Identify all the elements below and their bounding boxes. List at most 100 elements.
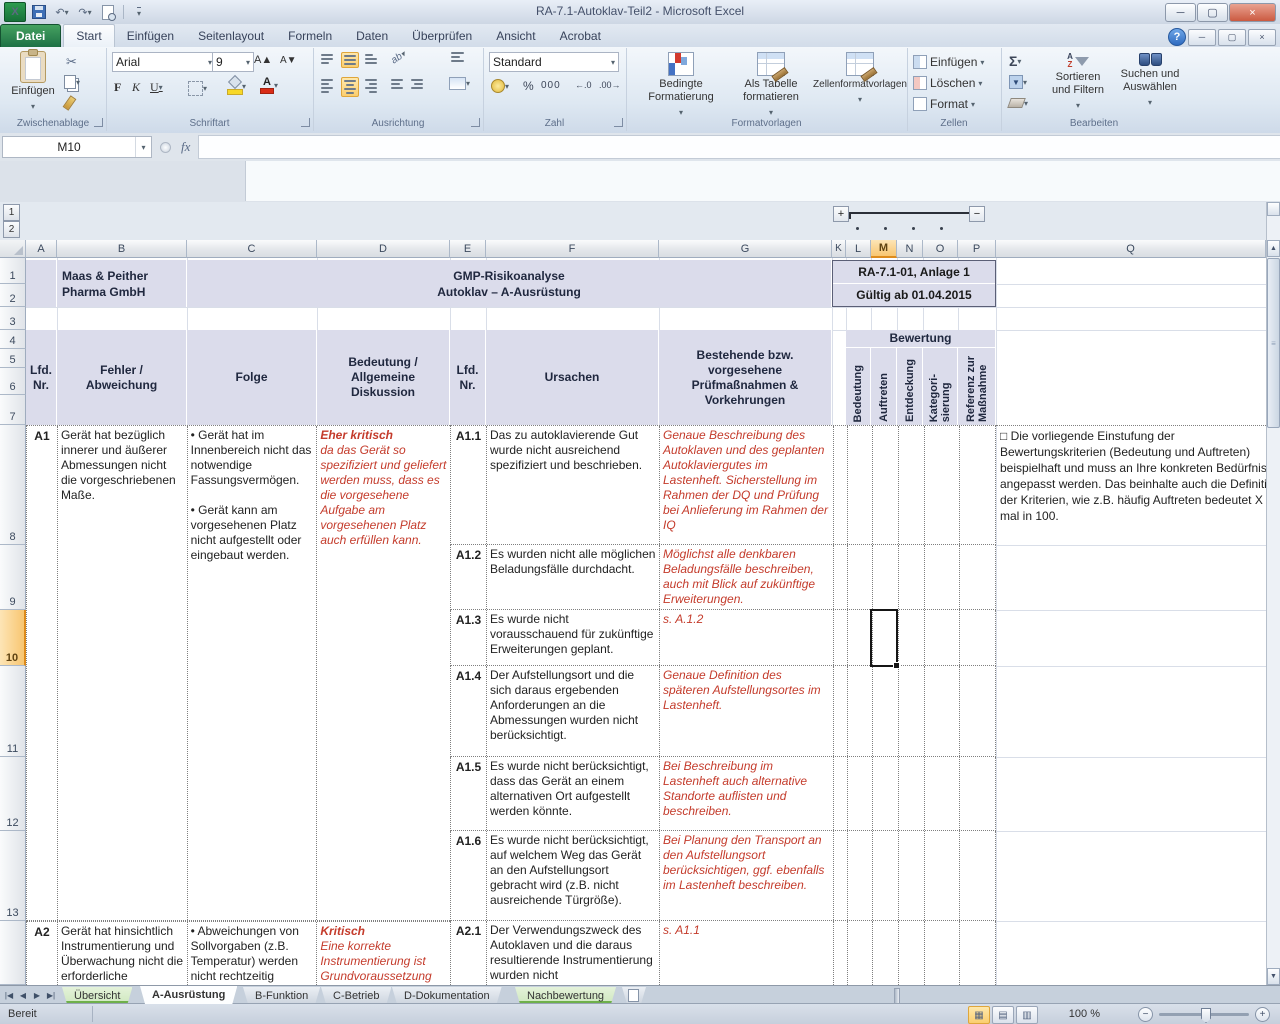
row-header-9[interactable]: 9 [0,545,26,610]
cell-massnahme[interactable]: Möglichst alle denkbaren Beladungsfälle … [660,545,833,609]
orientation-button[interactable]: ab▾ [389,49,408,67]
first-sheet-button[interactable]: |◀ [2,988,16,1002]
sheet-tab-nachbewertung[interactable]: Nachbewertung [515,987,616,1004]
cell-massnahme[interactable]: Genaue Beschreibung des Autoklaven und d… [660,426,833,544]
column-header-e[interactable]: E [450,240,486,258]
header-bedeutung[interactable]: Bedeutung / Allgemeine Diskussion [317,330,450,425]
cell-rating[interactable] [847,757,872,830]
header-rating-entdeckung[interactable]: Entdeckung [897,348,923,425]
format-as-table-button[interactable]: Als Tabelle formatieren ▾ [730,52,812,119]
column-header-m[interactable]: M [871,240,897,258]
tab-formeln[interactable]: Formeln [276,25,344,47]
number-dialog-launcher[interactable] [614,118,623,127]
outline-expand-button[interactable]: + [833,206,849,222]
cell-rating[interactable] [847,545,872,609]
header-rating-bedeutung[interactable]: Bedeutung [846,348,871,425]
clear-button[interactable]: ▾ [1009,98,1028,108]
cell-rating[interactable] [833,831,847,920]
fill-color-button[interactable]: ▾ [228,77,246,95]
last-sheet-button[interactable]: ▶| [44,988,58,1002]
tab-start[interactable]: Start [63,24,114,47]
cell-massnahme[interactable]: Bei Planung den Transport an den Aufstel… [660,831,833,920]
format-painter-button[interactable] [66,96,73,110]
number-format-combo[interactable]: Standard▾ [489,52,619,72]
column-header-d[interactable]: D [317,240,450,258]
align-right-button[interactable] [365,79,377,93]
cell-rating[interactable] [833,545,847,609]
font-name-combo[interactable]: Arial▾ [112,52,216,72]
tab-daten[interactable]: Daten [344,25,400,47]
cell-rating[interactable] [833,610,847,665]
cell-rating[interactable] [872,921,898,985]
scroll-down-button[interactable]: ▼ [1267,968,1280,985]
delete-cells-button[interactable]: Löschen▾ [913,76,982,90]
row-header-14[interactable] [0,921,26,985]
insert-cells-button[interactable]: Einfügen▾ [913,55,984,69]
cell-rating[interactable] [847,426,872,544]
cell-ursache[interactable]: Es wurde nicht berücksichtigt, dass das … [487,757,660,830]
workbook-close-button[interactable]: × [1248,29,1276,46]
header-rating-kategorisierung[interactable]: Kategori- sierung [923,348,958,425]
cell-rating[interactable] [924,426,959,544]
cell-ursache[interactable]: Der Verwendungszweck des Autoklaven und … [487,921,660,985]
align-top-button[interactable] [321,54,333,64]
alignment-dialog-launcher[interactable] [471,118,480,127]
zoom-slider-track[interactable] [1159,1013,1249,1016]
cell-rating[interactable] [872,831,898,920]
sort-filter-button[interactable]: AZ Sortieren und Filtern ▾ [1043,53,1113,112]
cell-rating[interactable] [898,921,924,985]
cell-folge[interactable]: • Gerät hat im Innenbereich nicht das no… [188,426,318,920]
format-cells-button[interactable]: Format▾ [913,97,975,111]
cell-rating[interactable] [872,426,898,544]
font-color-button[interactable]: A▾ [260,77,278,94]
tab-split-handle[interactable] [894,988,900,1004]
cut-button[interactable]: ✂ [66,54,77,70]
normal-view-button[interactable]: ▦ [968,1006,990,1024]
doc-title-cell[interactable]: GMP-Risikoanalyse Autoklav – A-Ausrüstun… [187,260,832,307]
row-header-4[interactable]: 4 [0,330,26,349]
decrease-indent-button[interactable] [391,79,403,89]
tab-ansicht[interactable]: Ansicht [484,25,547,47]
cell-ursache[interactable]: Es wurde nicht berücksichtigt, auf welch… [487,831,660,920]
page-break-view-button[interactable]: ▥ [1016,1006,1038,1024]
row-header-12[interactable]: 12 [0,757,26,831]
header-rating-referenz[interactable]: Referenz zur Maßnahme [958,348,996,425]
cell-rating[interactable] [959,831,995,920]
company-cell[interactable]: Maas & Peither Pharma GmbH [57,260,187,307]
align-left-button[interactable] [321,79,333,93]
doc-valid-cell[interactable]: Gültig ab 01.04.2015 [833,284,995,306]
cell-bedeutung[interactable]: Eher kritisch da das Gerät so spezifizie… [317,426,450,920]
column-header-n[interactable]: N [897,240,923,258]
align-bottom-button[interactable] [365,54,377,64]
cell-rating[interactable] [924,545,959,609]
name-box-dropdown[interactable]: ▾ [135,137,151,157]
clipboard-dialog-launcher[interactable] [94,118,103,127]
outline-level-1-button[interactable]: 1 [3,204,20,221]
formula-input-expanded[interactable] [245,161,1280,201]
conditional-formatting-button[interactable]: Bedingte Formatierung ▾ [640,52,722,119]
header-bewertung[interactable]: Bewertung [846,330,996,348]
header-massnahmen[interactable]: Bestehende bzw. vorgesehene Prüfmaßnahme… [659,330,832,425]
cell-rating[interactable] [924,831,959,920]
column-header-l[interactable]: L [846,240,871,258]
prev-sheet-button[interactable]: ◀ [16,988,30,1002]
bold-button[interactable]: F [114,80,121,95]
cell-rating[interactable] [924,610,959,665]
cell-rating[interactable] [833,426,847,544]
cell-rating[interactable] [898,757,924,830]
cell-rating[interactable] [924,757,959,830]
cell-ursache[interactable]: Das zu autoklavierende Gut wurde nicht a… [487,426,660,544]
cell-rating[interactable] [959,610,995,665]
row-header-13[interactable]: 13 [0,831,26,921]
underline-button[interactable]: U▾ [150,80,163,95]
page-layout-view-button[interactable]: ▤ [992,1006,1014,1024]
find-select-button[interactable]: Suchen und Auswählen ▾ [1115,53,1185,109]
percent-style-button[interactable]: % [523,79,534,93]
row-header-8[interactable]: 8 [0,425,26,545]
cell-bedeutung[interactable]: Kritisch Eine korrekte Instrumentierung … [317,922,450,985]
header-folge[interactable]: Folge [187,330,317,425]
zoom-level[interactable]: 100 % [1069,1008,1100,1020]
align-center-button[interactable] [341,77,359,97]
tab-ueberpruefen[interactable]: Überprüfen [400,25,484,47]
cell-rating[interactable] [847,921,872,985]
